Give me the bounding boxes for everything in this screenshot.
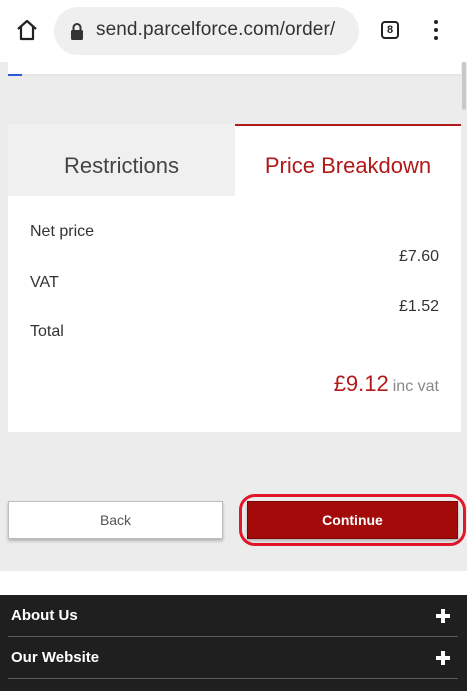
previous-card <box>8 62 461 76</box>
tab-switcher-button[interactable]: 8 <box>381 21 399 39</box>
total-label: Total <box>30 323 64 340</box>
price-breakdown-panel: Net price £7.60 VAT £1.52 Total £9.12 inc… <box>8 196 461 432</box>
footer-item-our-website[interactable]: Our Website <box>8 637 458 679</box>
net-price-value: £7.60 <box>398 248 439 265</box>
vat-value: £1.52 <box>398 298 439 315</box>
back-button[interactable]: Back <box>8 501 223 539</box>
net-price-label: Net price <box>30 223 95 240</box>
footer-item-label: About Us <box>11 607 78 624</box>
card-accent <box>8 74 22 76</box>
tab-restrictions[interactable]: Restrictions <box>8 124 235 196</box>
tab-price-breakdown[interactable]: Price Breakdown <box>235 124 461 196</box>
card-divider <box>8 74 461 76</box>
continue-button[interactable]: Continue <box>247 501 458 539</box>
footer: About Us Our Website <box>0 595 467 691</box>
url-text: send.parcelforce.com/order/ <box>96 19 336 40</box>
vat-label: VAT <box>30 274 59 291</box>
footer-item-label: Our Website <box>11 649 100 666</box>
lock-icon <box>71 23 83 40</box>
total-price-suffix: inc vat <box>392 378 439 395</box>
plus-icon[interactable] <box>436 651 450 665</box>
more-options-icon[interactable] <box>430 20 442 42</box>
total-price-value: £9.12 <box>333 371 389 396</box>
address-bar[interactable]: send.parcelforce.com/order/ <box>54 7 359 55</box>
home-icon[interactable] <box>15 18 39 42</box>
browser-toolbar: send.parcelforce.com/order/ 8 <box>0 0 467 62</box>
info-tabs: Restrictions Price Breakdown <box>8 124 461 196</box>
total-price: £9.12 inc vat <box>334 371 439 397</box>
plus-icon[interactable] <box>436 609 450 623</box>
footer-item-about-us[interactable]: About Us <box>8 595 458 637</box>
scrollbar-thumb[interactable] <box>462 62 466 110</box>
page-spacer <box>0 571 467 595</box>
